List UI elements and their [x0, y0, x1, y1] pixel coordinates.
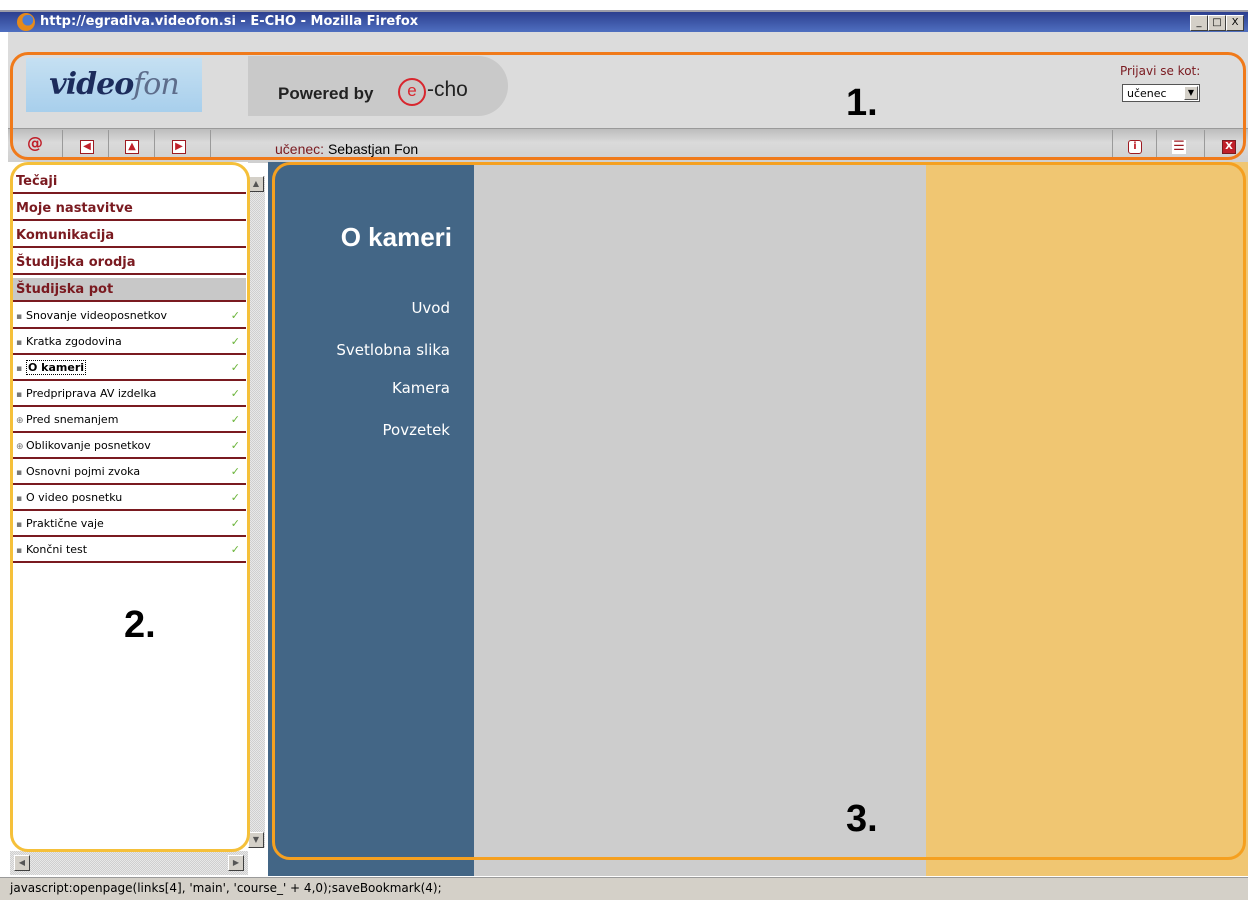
status-text: javascript:openpage(links[4], 'main', 'c… [10, 881, 442, 895]
annotation-region-2 [10, 162, 250, 852]
scroll-up-icon[interactable]: ▲ [248, 176, 264, 192]
minimize-button[interactable]: _ [1190, 15, 1208, 31]
scroll-right-icon[interactable]: ▶ [228, 855, 244, 871]
scroll-down-icon[interactable]: ▼ [248, 832, 264, 848]
annotation-region-3 [272, 162, 1246, 860]
firefox-icon [17, 13, 35, 31]
close-window-button[interactable]: X [1226, 15, 1244, 31]
window-title-bar[interactable]: http://egradiva.videofon.si - E-CHO - Mo… [0, 0, 1248, 32]
window-title: http://egradiva.videofon.si - E-CHO - Mo… [40, 14, 419, 29]
sidebar-vertical-scrollbar[interactable]: ▲ ▼ [248, 176, 265, 848]
annotation-label-1: 1. [846, 82, 878, 124]
sidebar-horizontal-scrollbar[interactable]: ◀ ▶ [10, 851, 248, 875]
maximize-button[interactable]: □ [1208, 15, 1226, 31]
annotation-region-1 [10, 52, 1246, 160]
scroll-left-icon[interactable]: ◀ [14, 855, 30, 871]
annotation-label-2: 2. [124, 604, 156, 646]
annotation-label-3: 3. [846, 798, 878, 840]
